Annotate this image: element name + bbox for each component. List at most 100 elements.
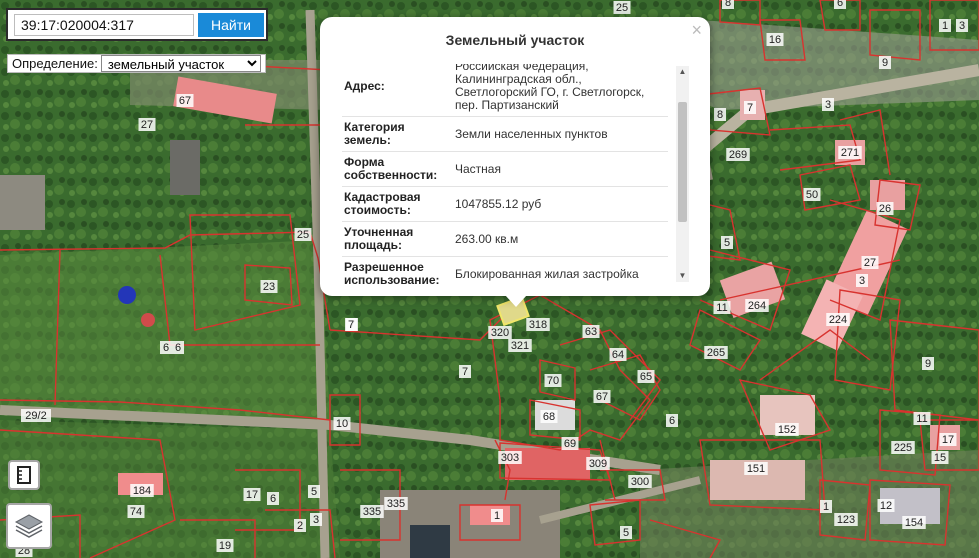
layers-button[interactable] <box>6 503 52 549</box>
parcel-label[interactable]: 269 <box>729 149 747 161</box>
parcel-label[interactable]: 123 <box>837 514 855 526</box>
parcel-label[interactable]: 184 <box>133 485 151 497</box>
parcel-label[interactable]: 29/2 <box>25 410 46 422</box>
property-value: 263.00 кв.м <box>448 221 668 257</box>
popup-pointer <box>505 295 527 307</box>
parcel-label[interactable]: 321 <box>511 340 529 352</box>
parcel-label[interactable]: 19 <box>219 540 231 552</box>
parcel-label[interactable]: 17 <box>942 434 954 446</box>
parcel-label[interactable]: 25 <box>297 229 309 241</box>
parcel-label[interactable]: 264 <box>748 300 766 312</box>
close-icon[interactable]: × <box>691 20 702 41</box>
table-row: Адрес: Российская Федерация, Калининградс… <box>342 64 668 117</box>
parcel-label[interactable]: 6 <box>270 493 276 505</box>
parcel-label[interactable]: 70 <box>547 375 559 387</box>
parcel-label[interactable]: 1 <box>942 20 948 32</box>
parcel-label[interactable]: 5 <box>724 237 730 249</box>
parcel-label[interactable]: 225 <box>894 442 912 454</box>
property-value: Российская Федерация, Калининградская об… <box>448 64 668 117</box>
find-button[interactable]: Найти <box>198 13 264 37</box>
parcel-label[interactable]: 11 <box>916 413 927 425</box>
parcel-label[interactable]: 7 <box>747 102 753 114</box>
definition-row: Определение: земельный участок <box>7 54 266 73</box>
popup-title: Земельный участок <box>445 32 585 48</box>
parcel-label[interactable]: 318 <box>529 319 547 331</box>
parcel-label[interactable]: 300 <box>631 476 649 488</box>
property-value: 1047855.12 руб <box>448 186 668 222</box>
parcel-label[interactable]: 224 <box>829 314 847 326</box>
parcel-label[interactable]: 1 <box>823 501 829 513</box>
table-row: Кадастровая стоимость: 1047855.12 руб <box>342 186 668 222</box>
table-row: Категория земель: Земли населенных пункто… <box>342 116 668 152</box>
parcel-label[interactable]: 335 <box>387 498 405 510</box>
scroll-down-icon[interactable]: ▼ <box>676 270 689 282</box>
cadastral-number-input[interactable] <box>14 14 194 36</box>
property-key: Форма собственности: <box>342 151 448 187</box>
property-key: Категория земель: <box>342 116 448 152</box>
parcel-label[interactable]: 27 <box>864 257 876 269</box>
parcel-label[interactable]: 2 <box>297 520 303 532</box>
parcel-label[interactable]: 303 <box>501 452 519 464</box>
parcel-label[interactable]: 12 <box>880 500 892 512</box>
parcel-label[interactable]: 3 <box>959 20 965 32</box>
parcel-label[interactable]: 67 <box>596 391 608 403</box>
scroll-up-icon[interactable]: ▲ <box>676 66 689 78</box>
ruler-button[interactable] <box>8 460 40 490</box>
parcel-label[interactable]: 65 <box>640 371 652 383</box>
parcel-label[interactable]: 271 <box>841 147 859 159</box>
parcel-label[interactable]: 320 <box>491 327 509 339</box>
definition-select[interactable]: земельный участок <box>100 55 261 72</box>
parcel-label[interactable]: 7 <box>462 366 468 378</box>
table-row: Уточненная площадь: 263.00 кв.м <box>342 221 668 257</box>
parcel-label[interactable]: 8 <box>717 109 723 121</box>
parcel-label[interactable]: 309 <box>589 458 607 470</box>
parcel-label[interactable]: 7 <box>348 319 354 331</box>
parcel-label[interactable]: 67 <box>179 95 191 107</box>
parcel-label[interactable]: 69 <box>564 438 576 450</box>
parcel-label[interactable]: 6 <box>837 0 843 9</box>
property-key: Уточненная площадь: <box>342 221 448 257</box>
parcel-label[interactable]: 17 <box>246 489 258 501</box>
parcel-label[interactable]: 6 <box>163 342 169 354</box>
parcel-label[interactable]: 1 <box>494 510 500 522</box>
parcel-label[interactable]: 16 <box>769 34 781 46</box>
parcel-label[interactable]: 10 <box>336 418 348 430</box>
property-value: Земли населенных пунктов <box>448 116 668 152</box>
parcel-label[interactable]: 6 <box>175 342 181 354</box>
property-key: Кадастровая стоимость: <box>342 186 448 222</box>
parcel-label[interactable]: 8 <box>725 0 731 9</box>
popup-scrollbar[interactable]: ▲ ▼ <box>676 66 689 282</box>
parcel-label[interactable]: 5 <box>623 527 629 539</box>
parcel-label[interactable]: 26 <box>879 203 891 215</box>
parcel-label[interactable]: 265 <box>707 347 725 359</box>
parcel-label[interactable]: 50 <box>806 189 818 201</box>
parcel-label[interactable]: 74 <box>130 506 142 518</box>
parcel-label[interactable]: 15 <box>934 452 946 464</box>
parcel-label[interactable]: 27 <box>141 119 153 131</box>
parcel-label[interactable]: 3 <box>313 514 319 526</box>
parcel-label[interactable]: 151 <box>747 463 765 475</box>
parcel-label[interactable]: 3 <box>859 275 865 287</box>
parcel-label[interactable]: 9 <box>882 57 888 69</box>
parcel-label[interactable]: 335 <box>363 506 381 518</box>
parcel-label[interactable]: 25 <box>616 2 628 14</box>
properties-table: Адрес: Российская Федерация, Калининградс… <box>342 64 668 284</box>
table-row: Разрешенное использование: Блокированная … <box>342 256 668 284</box>
property-value: Частная <box>448 151 668 187</box>
parcel-label[interactable]: 23 <box>263 281 275 293</box>
layers-icon <box>14 514 44 538</box>
property-key: Адрес: <box>342 64 448 117</box>
scrollbar-thumb[interactable] <box>678 102 687 222</box>
parcel-label[interactable]: 154 <box>905 517 923 529</box>
parcel-label[interactable]: 64 <box>612 349 624 361</box>
parcel-label[interactable]: 6 <box>669 415 675 427</box>
parcel-label[interactable]: 9 <box>925 358 931 370</box>
parcel-label[interactable]: 3 <box>825 99 831 111</box>
parcel-info-popup: Земельный участок × Адрес: Российская Фед… <box>320 17 710 307</box>
parcel-label[interactable]: 63 <box>585 326 597 338</box>
parcel-label[interactable]: 68 <box>543 411 555 423</box>
parcel-label[interactable]: 11 <box>716 302 727 314</box>
properties-table-wrapper: Адрес: Российская Федерация, Калининградс… <box>342 64 672 284</box>
parcel-label[interactable]: 152 <box>778 424 796 436</box>
parcel-label[interactable]: 5 <box>311 486 317 498</box>
